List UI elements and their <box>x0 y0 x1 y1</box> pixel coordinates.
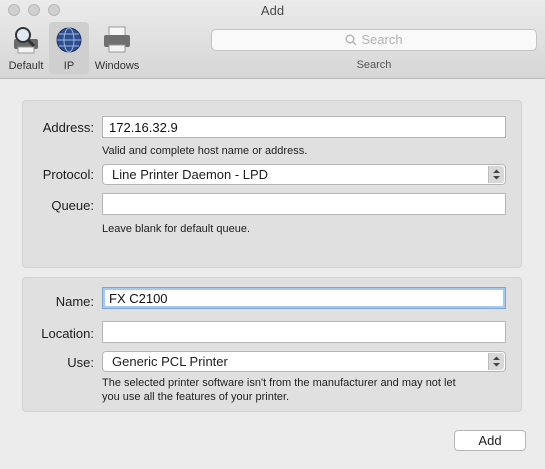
location-field[interactable] <box>102 321 506 343</box>
popup-arrows-icon <box>488 166 504 183</box>
address-field[interactable]: 172.16.32.9 <box>102 116 506 138</box>
search-icon <box>345 34 357 46</box>
magnifier-printer-icon <box>14 27 38 54</box>
tab-windows-label: Windows <box>94 60 140 72</box>
globe-icon <box>56 27 82 53</box>
tab-ip[interactable]: IP <box>49 22 89 74</box>
title-bar: Add Default IP Windows Search Search <box>0 0 545 79</box>
use-value: Generic PCL Printer <box>112 354 228 369</box>
add-button[interactable]: Add <box>454 430 526 451</box>
protocol-label: Protocol: <box>42 167 94 182</box>
window-title: Add <box>260 3 285 18</box>
address-label: Address: <box>42 120 94 135</box>
use-hint: The selected printer software isn't from… <box>102 376 456 404</box>
tab-default[interactable]: Default <box>4 22 48 74</box>
name-field[interactable]: FX C2100 <box>102 287 506 309</box>
protocol-value: Line Printer Daemon - LPD <box>112 167 269 182</box>
tab-default-label: Default <box>8 60 44 72</box>
use-label: Use: <box>67 355 94 370</box>
queue-field[interactable] <box>102 193 506 215</box>
location-label: Location: <box>41 326 94 341</box>
search-field[interactable]: Search <box>211 29 537 51</box>
use-hint-line-2: you use all the features of your printer… <box>102 391 290 403</box>
search-caption: Search <box>356 59 392 71</box>
use-hint-line-1: The selected printer software isn't from… <box>102 377 456 389</box>
name-label: Name: <box>55 294 94 309</box>
protocol-popup[interactable]: Line Printer Daemon - LPD <box>102 164 506 185</box>
queue-label: Queue: <box>51 198 94 213</box>
printer-icon <box>104 26 130 53</box>
address-hint: Valid and complete host name or address. <box>102 145 308 157</box>
tab-windows[interactable]: Windows <box>91 22 143 74</box>
search-placeholder: Search <box>361 32 403 47</box>
use-popup[interactable]: Generic PCL Printer <box>102 351 506 372</box>
popup-arrows-icon <box>488 353 504 370</box>
tab-ip-label: IP <box>63 60 75 72</box>
queue-hint: Leave blank for default queue. <box>102 223 251 235</box>
